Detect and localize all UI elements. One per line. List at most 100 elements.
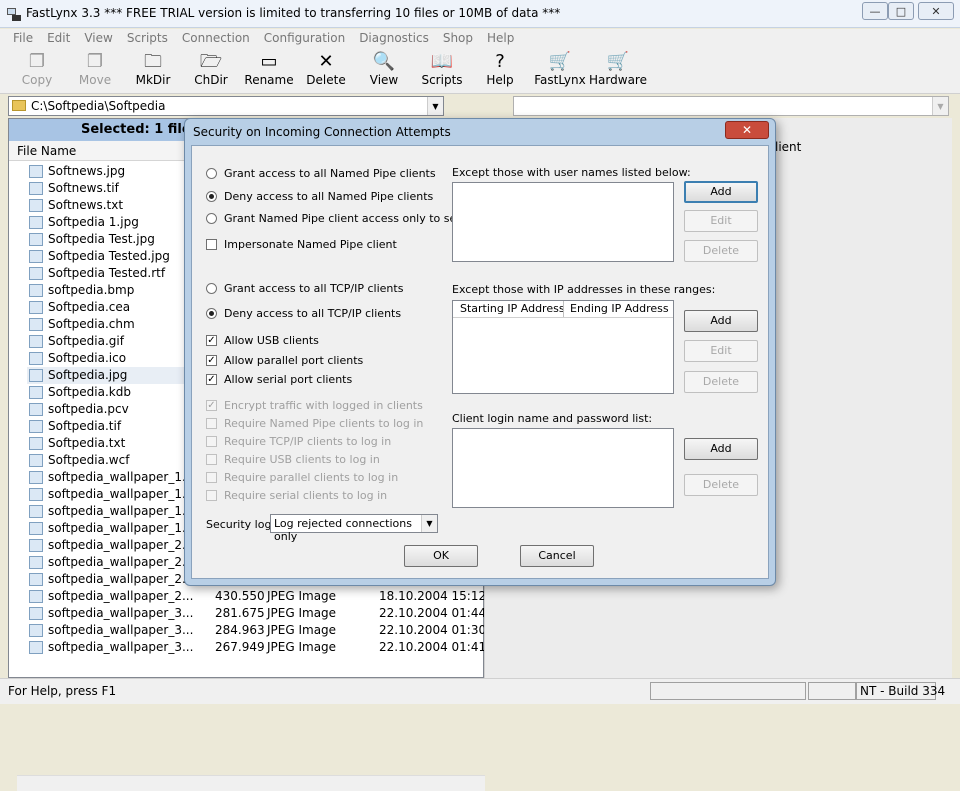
left-path-combo[interactable]: C:\Softpedia\Softpedia ▼ [8,96,444,116]
status-panel [808,682,856,700]
column-end-ip[interactable]: Ending IP Address [570,302,669,315]
cancel-button[interactable]: Cancel [520,545,594,567]
ok-button[interactable]: OK [404,545,478,567]
checkbox-require-pipe-login[interactable]: Require Named Pipe clients to log in [206,417,446,431]
delete-label: Delete [306,73,346,87]
folder-open-icon: 🗁 [199,51,223,72]
ip-range-list[interactable]: Starting IP Address Ending IP Address [452,300,674,394]
file-icon [29,420,43,433]
file-icon [29,624,43,637]
minimize-button[interactable]: — [862,2,888,20]
file-name: softpedia_wallpaper_1... [48,470,194,484]
close-button[interactable]: ✕ [918,2,954,20]
add-ip-button[interactable]: Add [684,310,758,332]
column-file-name[interactable]: File Name [17,144,76,158]
maximize-button[interactable]: □ [888,2,914,20]
file-name: softpedia_wallpaper_2... [48,538,194,552]
file-name: softpedia_wallpaper_3... [48,606,194,620]
menu-file[interactable]: File [6,29,40,48]
status-bar: For Help, press F1 NT - Build 334 [0,678,960,704]
dialog-title: Security on Incoming Connection Attempts [193,125,451,139]
checkbox-require-parallel-login[interactable]: Require parallel clients to log in [206,471,446,485]
checkbox-encrypt-traffic[interactable]: ✓ Encrypt traffic with logged in clients [206,399,446,413]
security-log-label: Security log: [206,518,276,531]
menu-view[interactable]: View [77,29,119,48]
scripts-label: Scripts [421,73,463,87]
column-start-ip[interactable]: Starting IP Address [460,302,565,315]
menu-scripts[interactable]: Scripts [120,29,175,48]
delete-login-button[interactable]: Delete [684,474,758,496]
menu-connection[interactable]: Connection [175,29,257,48]
option-label: Deny access to all Named Pipe clients [224,190,434,203]
edit-ip-button[interactable]: Edit [684,340,758,362]
scripts-icon: 📖 [430,51,454,72]
copy-button[interactable]: ❐ Copy [9,51,65,91]
radio-icon [206,168,217,179]
file-icon [29,216,43,229]
file-row[interactable]: softpedia_wallpaper_3... 281.675 JPEG Imag… [27,605,486,622]
option-label: Deny access to all TCP/IP clients [224,307,402,320]
file-name: softpedia_wallpaper_3... [48,623,194,637]
radio-tcp-deny-all[interactable]: Deny access to all TCP/IP clients [206,307,446,321]
window-title: FastLynx 3.3 *** FREE TRIAL version is l… [26,6,561,20]
file-name: softpedia_wallpaper_2... [48,572,194,586]
move-label: Move [78,73,112,87]
file-icon [29,233,43,246]
checkbox-allow-serial[interactable]: ✓ Allow serial port clients [206,373,446,387]
edit-user-button[interactable]: Edit [684,210,758,232]
file-name: Softpedia Tested.rtf [48,266,166,280]
file-row[interactable]: softpedia_wallpaper_3... 284.963 JPEG Imag… [27,622,486,639]
radio-pipe-deny-all[interactable]: Deny access to all Named Pipe clients [206,190,446,204]
file-type: JPEG Image [267,623,337,637]
security-log-select[interactable]: Log rejected connections only ▼ [270,514,438,543]
rename-button[interactable]: ▭ Rename [241,51,297,91]
horizontal-scrollbar[interactable] [17,775,485,791]
chevron-down-icon[interactable]: ▼ [427,97,443,115]
file-name: softpedia_wallpaper_1... [48,521,194,535]
radio-pipe-grant-all[interactable]: Grant access to all Named Pipe clients [206,167,446,181]
help-icon: ? [495,51,505,72]
status-help-text: For Help, press F1 [8,684,117,698]
menu-diagnostics[interactable]: Diagnostics [352,29,436,48]
rename-label: Rename [244,73,294,87]
move-button[interactable]: ❐ Move [67,51,123,91]
add-login-button[interactable]: Add [684,438,758,460]
dialog-close-button[interactable]: ✕ [725,121,769,139]
file-icon [29,522,43,535]
checkbox-require-tcp-login[interactable]: Require TCP/IP clients to log in [206,435,446,449]
menu-configuration[interactable]: Configuration [257,29,352,48]
option-label: Allow parallel port clients [224,354,364,367]
menu-shop[interactable]: Shop [436,29,480,48]
checkbox-allow-usb[interactable]: ✓ Allow USB clients [206,334,446,348]
radio-pipe-self-only[interactable]: Grant Named Pipe client access only to s… [206,212,463,226]
security-log-value: Log rejected connections only [274,517,412,543]
file-icon [29,454,43,467]
checkbox-require-usb-login[interactable]: Require USB clients to log in [206,453,446,467]
view-button[interactable]: 🔍 View [356,51,412,91]
file-row[interactable]: softpedia_wallpaper_3... 267.949 JPEG Imag… [27,639,486,656]
checkbox-impersonate[interactable]: Impersonate Named Pipe client [206,238,446,252]
delete-user-button[interactable]: Delete [684,240,758,262]
delete-ip-button[interactable]: Delete [684,371,758,393]
help-button[interactable]: ? Help [472,51,528,91]
right-path-combo[interactable]: ▼ [513,96,949,116]
file-name: Softpedia Tested.jpg [48,249,170,263]
menu-help[interactable]: Help [480,29,521,48]
user-names-list[interactable] [452,182,674,262]
login-list[interactable] [452,428,674,508]
hardware-button[interactable]: 🛒 Hardware [588,51,648,91]
add-user-button[interactable]: Add [684,181,758,203]
checkbox-require-serial-login[interactable]: Require serial clients to log in [206,489,446,503]
radio-tcp-grant-all[interactable]: Grant access to all TCP/IP clients [206,282,446,296]
delete-button[interactable]: ✕ Delete [298,51,354,91]
fastlynx-button[interactable]: 🛒 FastLynx [530,51,590,91]
close-icon: ✕ [741,123,753,137]
menu-edit[interactable]: Edit [40,29,77,48]
file-row[interactable]: softpedia_wallpaper_2... 430.550 JPEG Imag… [27,588,486,605]
checkbox-allow-parallel[interactable]: ✓ Allow parallel port clients [206,354,446,368]
chevron-down-icon[interactable]: ▼ [932,97,948,115]
file-icon [29,386,43,399]
scripts-button[interactable]: 📖 Scripts [414,51,470,91]
chdir-button[interactable]: 🗁 ChDir [183,51,239,91]
mkdir-button[interactable]: 🗀 MkDir [125,51,181,91]
